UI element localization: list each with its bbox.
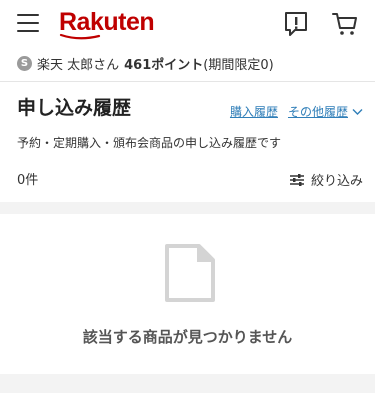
section-gap-bottom — [0, 374, 375, 393]
page-description: 予約・定期購入・頒布会商品の申し込み履歴です — [17, 136, 282, 150]
points-bar[interactable]: S 楽天 太郎さん 461ポイント (期間限定0) — [17, 53, 274, 73]
filter-button[interactable]: 絞り込み — [289, 170, 363, 189]
filter-icon — [289, 173, 304, 186]
empty-message: 該当する商品が見つかりません — [82, 328, 293, 346]
limited-points: (期間限定0) — [203, 57, 274, 73]
other-history-link[interactable]: その他履歴 — [288, 103, 348, 120]
purchase-history-link[interactable]: 購入履歴 — [230, 103, 278, 120]
points-value: 461ポイント — [124, 57, 204, 73]
page-title: 申し込み履歴 — [17, 97, 132, 119]
history-links: 購入履歴 その他履歴 — [230, 103, 363, 120]
cart-icon[interactable] — [331, 10, 359, 38]
super-point-coin-icon: S — [17, 55, 32, 71]
menu-icon[interactable] — [17, 14, 39, 32]
filter-label: 絞り込み — [310, 174, 363, 189]
header-divider — [0, 81, 375, 82]
page: Rakuten S 楽天 太郎さん 461ポイント (期間限定0) 申し込み履歴… — [0, 0, 375, 393]
result-count: 0件 — [17, 173, 39, 188]
section-gap-top — [0, 202, 375, 214]
chevron-down-icon[interactable] — [352, 106, 363, 117]
header: Rakuten — [0, 0, 375, 48]
empty-document-icon — [165, 244, 215, 302]
user-name: 楽天 太郎さん — [37, 57, 120, 73]
notice-icon[interactable] — [282, 10, 310, 38]
logo-swoosh — [59, 33, 101, 40]
